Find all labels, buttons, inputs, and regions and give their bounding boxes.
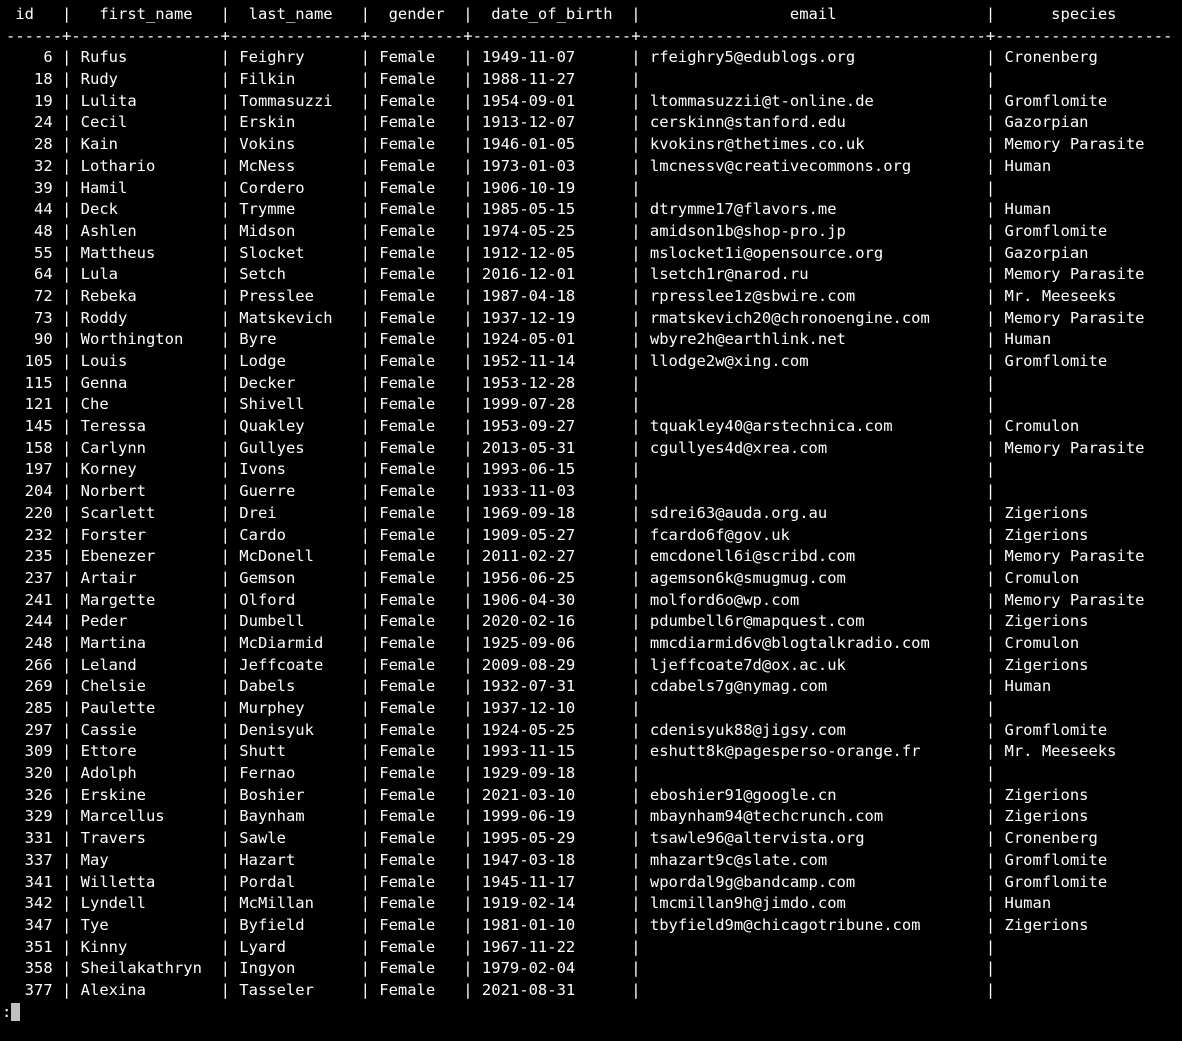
cursor — [11, 1003, 20, 1021]
prompt-char: : — [2, 1003, 11, 1021]
terminal-output[interactable]: id | first_name | last_name | gender | d… — [0, 0, 1182, 1002]
pager-prompt[interactable]: : — [0, 1002, 1182, 1024]
